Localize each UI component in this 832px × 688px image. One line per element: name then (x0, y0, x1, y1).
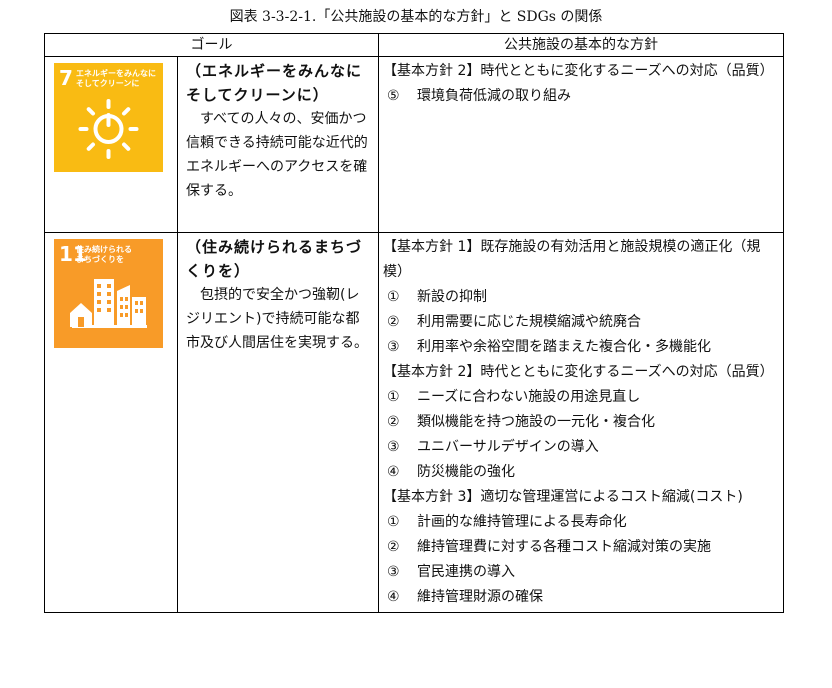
goal-heading: （住み続けられるまちづくりを） (186, 238, 363, 280)
sdgs-relation-table: ゴール 公共施設の基本的な方針 7 エネルギーをみんなに そしてクリーンに （エ… (44, 33, 784, 613)
list-item: ② 類似機能を持つ施設の一元化・複合化 (387, 414, 655, 430)
list-item: ④ 維持管理財源の確保 (387, 589, 543, 605)
policy-heading: 【基本方針 2】時代とともに変化するニーズへの対応（品質） (383, 364, 774, 380)
sdg-icon-cell: 11 住み続けられる まちづくりを (44, 232, 178, 613)
goal-cell: （住み続けられるまちづくりを） 包摂的で安全かつ強靭(レジリエント)で持続可能な… (177, 232, 379, 613)
list-item: ③ 官民連携の導入 (387, 564, 515, 580)
policy-cell: 【基本方針 2】時代とともに変化するニーズへの対応（品質） ⑤ 環境負荷低減の取… (378, 56, 784, 233)
table-row: 11 住み続けられる まちづくりを （住み続けられるまちづくりを） 包摂的で安全… (44, 232, 784, 613)
policy-heading: 【基本方針 2】時代とともに変化するニーズへの対応（品質） (383, 63, 774, 79)
sdg11-tile: 11 住み続けられる まちづくりを (54, 239, 163, 348)
policy-heading: 【基本方針 1】既存施設の有効活用と施設規模の適正化（規模） (383, 239, 761, 280)
goal-cell: （エネルギーをみんなにそしてクリーンに） すべての人々の、安価かつ信頼できる持続… (177, 56, 379, 233)
list-item: ① 新設の抑制 (387, 289, 487, 305)
goal-description: 包摂的で安全かつ強靭(レジリエント)で持続可能な都市及び人間居住を実現する。 (186, 287, 368, 351)
goal-heading: （エネルギーをみんなにそしてクリーンに） (186, 62, 363, 104)
policy-column-header: 公共施設の基本的な方針 (378, 33, 784, 57)
list-item: ① ニーズに合わない施設の用途見直し (387, 389, 641, 405)
goal-description: すべての人々の、安価かつ信頼できる持続可能な近代的エネルギーへのアクセスを確保す… (186, 111, 368, 199)
figure-caption: 図表 3-3-2-1.「公共施設の基本的な方針」と SDGs の関係 (229, 9, 603, 25)
sun-power-icon (78, 99, 139, 159)
table-row: 7 エネルギーをみんなに そしてクリーンに （エネルギーをみんなにそしてクリーン… (44, 56, 784, 233)
policy-cell: 【基本方針 1】既存施設の有効活用と施設規模の適正化（規模） ① 新設の抑制 ②利… (378, 232, 784, 613)
list-item: ④ 防災機能の強化 (387, 464, 515, 480)
list-item: ① 計画的な維持管理による長寿命化 (387, 514, 627, 530)
table-header-row: ゴール 公共施設の基本的な方針 (44, 33, 784, 57)
list-item: ⑤ 環境負荷低減の取り組み (387, 88, 571, 104)
sdg7-tile: 7 エネルギーをみんなに そしてクリーンに (54, 63, 163, 172)
city-buildings-icon (70, 279, 147, 328)
sdg-icon-cell: 7 エネルギーをみんなに そしてクリーンに (44, 56, 178, 233)
list-item: ③ ユニバーサルデザインの導入 (387, 439, 599, 455)
list-item: ② 利用需要に応じた規模縮減や統廃合 (387, 314, 641, 330)
list-item: ③ 利用率や余裕空間を踏まえた複合化・多機能化 (387, 339, 711, 355)
policy-heading: 【基本方針 3】適切な管理運営によるコスト縮減(コスト) (383, 489, 743, 505)
list-item: ② 維持管理費に対する各種コスト縮減対策の実施 (387, 539, 711, 555)
goal-column-header: ゴール (44, 33, 379, 57)
